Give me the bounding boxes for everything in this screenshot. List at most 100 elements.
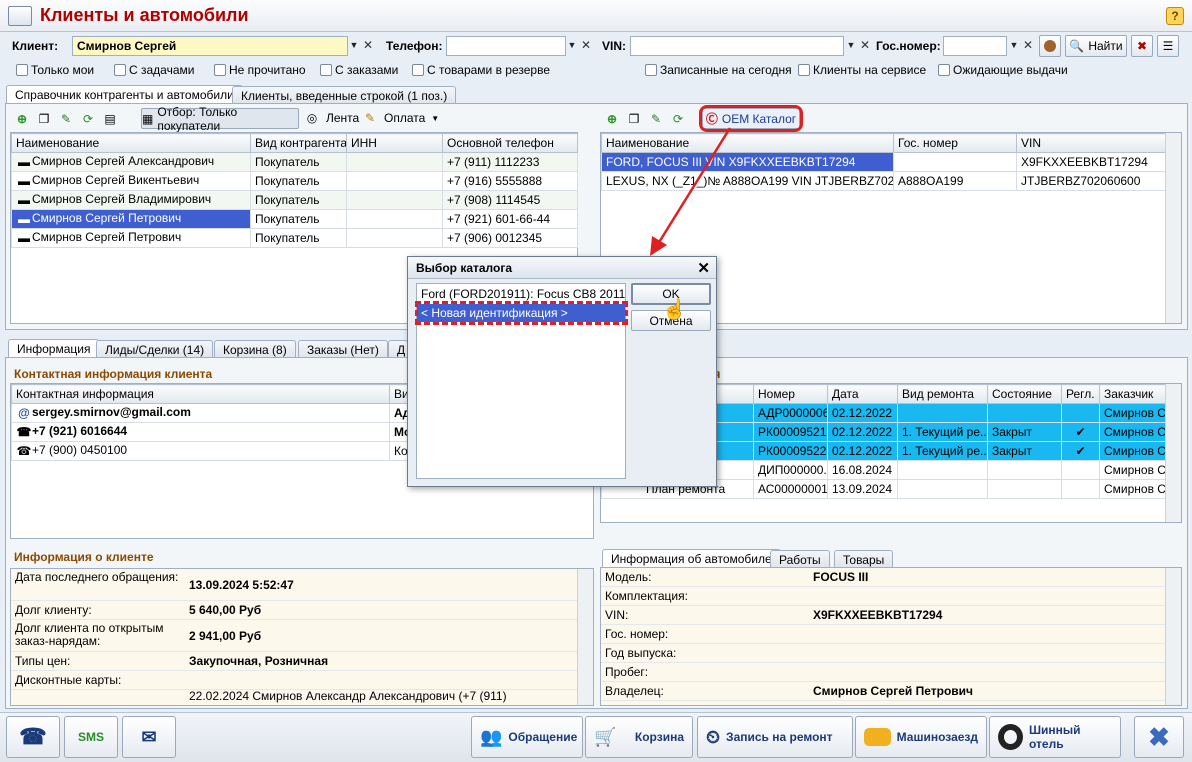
feed-button[interactable]: ◎ Лента: [304, 110, 359, 126]
add-car-icon[interactable]: ⊕: [604, 111, 620, 127]
cart-icon: 🛒: [594, 726, 617, 747]
tab-goods[interactable]: Товары: [834, 550, 894, 568]
basket-button[interactable]: 🛒 Корзина: [585, 716, 693, 758]
booking-button[interactable]: ⏲ Запись на ремонт: [697, 716, 853, 758]
oem-highlight: [699, 105, 803, 132]
dialog-title: Выбор каталога: [408, 257, 716, 279]
col-state[interactable]: Состояние: [987, 384, 1062, 404]
cars-scrollbar[interactable]: [1165, 133, 1181, 323]
item-icon: ▬: [18, 174, 30, 188]
table-row[interactable]: ▬ Смирнов Сергей Александрович Покупатель +…: [11, 152, 578, 172]
col-phone[interactable]: Основной телефон: [442, 133, 578, 153]
close-window-icon[interactable]: ✖: [1134, 716, 1184, 758]
check-unread[interactable]: Не прочитано: [214, 63, 306, 77]
col-regl[interactable]: Регл.: [1061, 384, 1100, 404]
sms-icon[interactable]: SMS: [64, 716, 118, 758]
table-row[interactable]: ▬ Смирнов Сергей Викентьевич Покупатель +7 …: [11, 171, 578, 191]
info-key: Типы цен:: [15, 654, 71, 668]
tab-works[interactable]: Работы: [770, 550, 830, 568]
check-reserved-goods[interactable]: С товарами в резерве: [412, 63, 550, 77]
col-car-name[interactable]: Наименование: [601, 133, 894, 153]
client-input[interactable]: Смирнов Сергей: [72, 36, 348, 56]
col-vin[interactable]: VIN: [1016, 133, 1166, 153]
phone-icon: ☎: [16, 425, 32, 439]
tab-orders[interactable]: Заказы (Нет): [298, 340, 388, 358]
payment-button[interactable]: ✎ Оплата ▼: [362, 110, 439, 126]
vin-clear-icon[interactable]: ✕: [858, 36, 872, 56]
phone-call-icon[interactable]: ☎: [6, 716, 60, 758]
plate-input[interactable]: [943, 36, 1007, 56]
table-row-selected[interactable]: FORD, FOCUS III VIN X9FKXXEEBKBT17294 X9F…: [601, 152, 1166, 172]
col-contact[interactable]: Контактная информация: [11, 384, 390, 404]
tab-string-clients[interactable]: Клиенты, введенные строкой (1 поз.): [232, 86, 457, 104]
add-icon[interactable]: ⊕: [14, 111, 30, 127]
info-key: Долг клиента по открытым заказ-нарядам:: [15, 621, 164, 648]
client-clear-icon[interactable]: ✕: [361, 36, 375, 56]
close-icon[interactable]: ✕: [697, 259, 710, 277]
vin-input[interactable]: [630, 36, 844, 56]
refresh-icon[interactable]: ⟳: [80, 111, 96, 127]
col-number[interactable]: Номер: [753, 384, 828, 404]
check-awaiting-delivery[interactable]: Ожидающие выдачи: [938, 63, 1068, 77]
find-button[interactable]: 🔍 Найти: [1065, 35, 1127, 57]
settings-icon[interactable]: ☰: [1157, 35, 1179, 57]
check-on-service[interactable]: Клиенты на сервисе: [798, 63, 926, 77]
col-plate[interactable]: Гос. номер: [893, 133, 1017, 153]
orders-scrollbar[interactable]: [1165, 384, 1181, 522]
new-item-highlight: [415, 301, 628, 325]
clear-filter-icon[interactable]: ✖: [1131, 35, 1153, 57]
info-key: Долг клиенту:: [15, 603, 92, 617]
phone-dropdown-icon[interactable]: ▼: [565, 36, 579, 56]
item-icon: ▬: [18, 155, 30, 169]
vin-dropdown-icon[interactable]: ▼: [844, 36, 858, 56]
tab-information[interactable]: Информация: [8, 339, 100, 358]
car-info-scrollbar[interactable]: [1165, 568, 1181, 705]
tire-hotel-button[interactable]: Шинный отель: [989, 716, 1121, 758]
tab-leads[interactable]: Лиды/Сделки (14): [96, 340, 214, 358]
col-inn[interactable]: ИНН: [346, 133, 443, 153]
email-send-icon[interactable]: ✉: [122, 716, 176, 758]
col-date[interactable]: Дата: [827, 384, 898, 404]
filter-buyers-button[interactable]: ▦ Отбор: Только покупатели: [141, 105, 299, 133]
table-row[interactable]: LEXUS, NX (_Z1_)№ A888OA199 VIN JTJBERBZ…: [601, 171, 1166, 191]
info-value: 5 640,00 Руб: [189, 603, 262, 617]
plate-dropdown-icon[interactable]: ▼: [1007, 36, 1021, 56]
check-with-orders[interactable]: С заказами: [320, 63, 398, 77]
table-row-selected[interactable]: ▬ Смирнов Сергей Петрович Покупатель +7 (92…: [11, 209, 578, 229]
info-key: Дата последнего обращения:: [15, 570, 179, 584]
tab-more[interactable]: Д: [388, 340, 408, 358]
search-icon: 🔍: [1069, 39, 1085, 53]
phone-input[interactable]: [446, 36, 566, 56]
discount-card-text: 22.02.2024 Смирнов Александр Александров…: [189, 689, 507, 703]
item-icon: ▬: [18, 212, 30, 226]
col-repair-type[interactable]: Вид ремонта: [897, 384, 988, 404]
plate-clear-icon[interactable]: ✕: [1021, 36, 1035, 56]
carcall-button[interactable]: Машинозаезд: [855, 716, 987, 758]
check-booked-today[interactable]: Записанные на сегодня: [645, 63, 792, 77]
appeal-button[interactable]: 👥 Обращение: [471, 716, 583, 758]
phone-clear-icon[interactable]: ✕: [579, 36, 593, 56]
table-row[interactable]: ▬ Смирнов Сергей Владимирович Покупатель +7…: [11, 190, 578, 210]
copy-car-icon[interactable]: ❐: [626, 111, 642, 127]
help-button[interactable]: ?: [1166, 7, 1184, 25]
refresh-car-icon[interactable]: ⟳: [670, 111, 686, 127]
check-with-tasks[interactable]: С задачами: [114, 63, 194, 77]
people-icon: 👥: [480, 726, 503, 747]
client-info-scrollbar[interactable]: [577, 569, 593, 705]
col-customer[interactable]: Заказчик: [1099, 384, 1168, 404]
tab-directory[interactable]: Справочник контрагенты и автомобили: [6, 85, 243, 104]
tab-car-info[interactable]: Информация об автомобиле: [602, 549, 781, 568]
hierarchy-icon[interactable]: ▤: [102, 111, 118, 127]
edit-icon[interactable]: ✎: [58, 111, 74, 127]
col-kind[interactable]: Вид контрагента: [250, 133, 347, 153]
edit-car-icon[interactable]: ✎: [648, 111, 664, 127]
bear-icon[interactable]: [1039, 35, 1061, 57]
client-dropdown-icon[interactable]: ▼: [347, 36, 361, 56]
tab-basket[interactable]: Корзина (8): [214, 340, 296, 358]
check-only-mine[interactable]: Только мои: [16, 63, 94, 77]
phone-label: Телефон:: [386, 39, 443, 53]
copy-icon[interactable]: ❐: [36, 111, 52, 127]
table-row[interactable]: ▬ Смирнов Сергей Петрович Покупатель +7 (90…: [11, 228, 578, 248]
right-toolbar: ⊕ ❐ ✎ ⟳: [604, 109, 686, 129]
col-name[interactable]: Наименование: [11, 133, 251, 153]
